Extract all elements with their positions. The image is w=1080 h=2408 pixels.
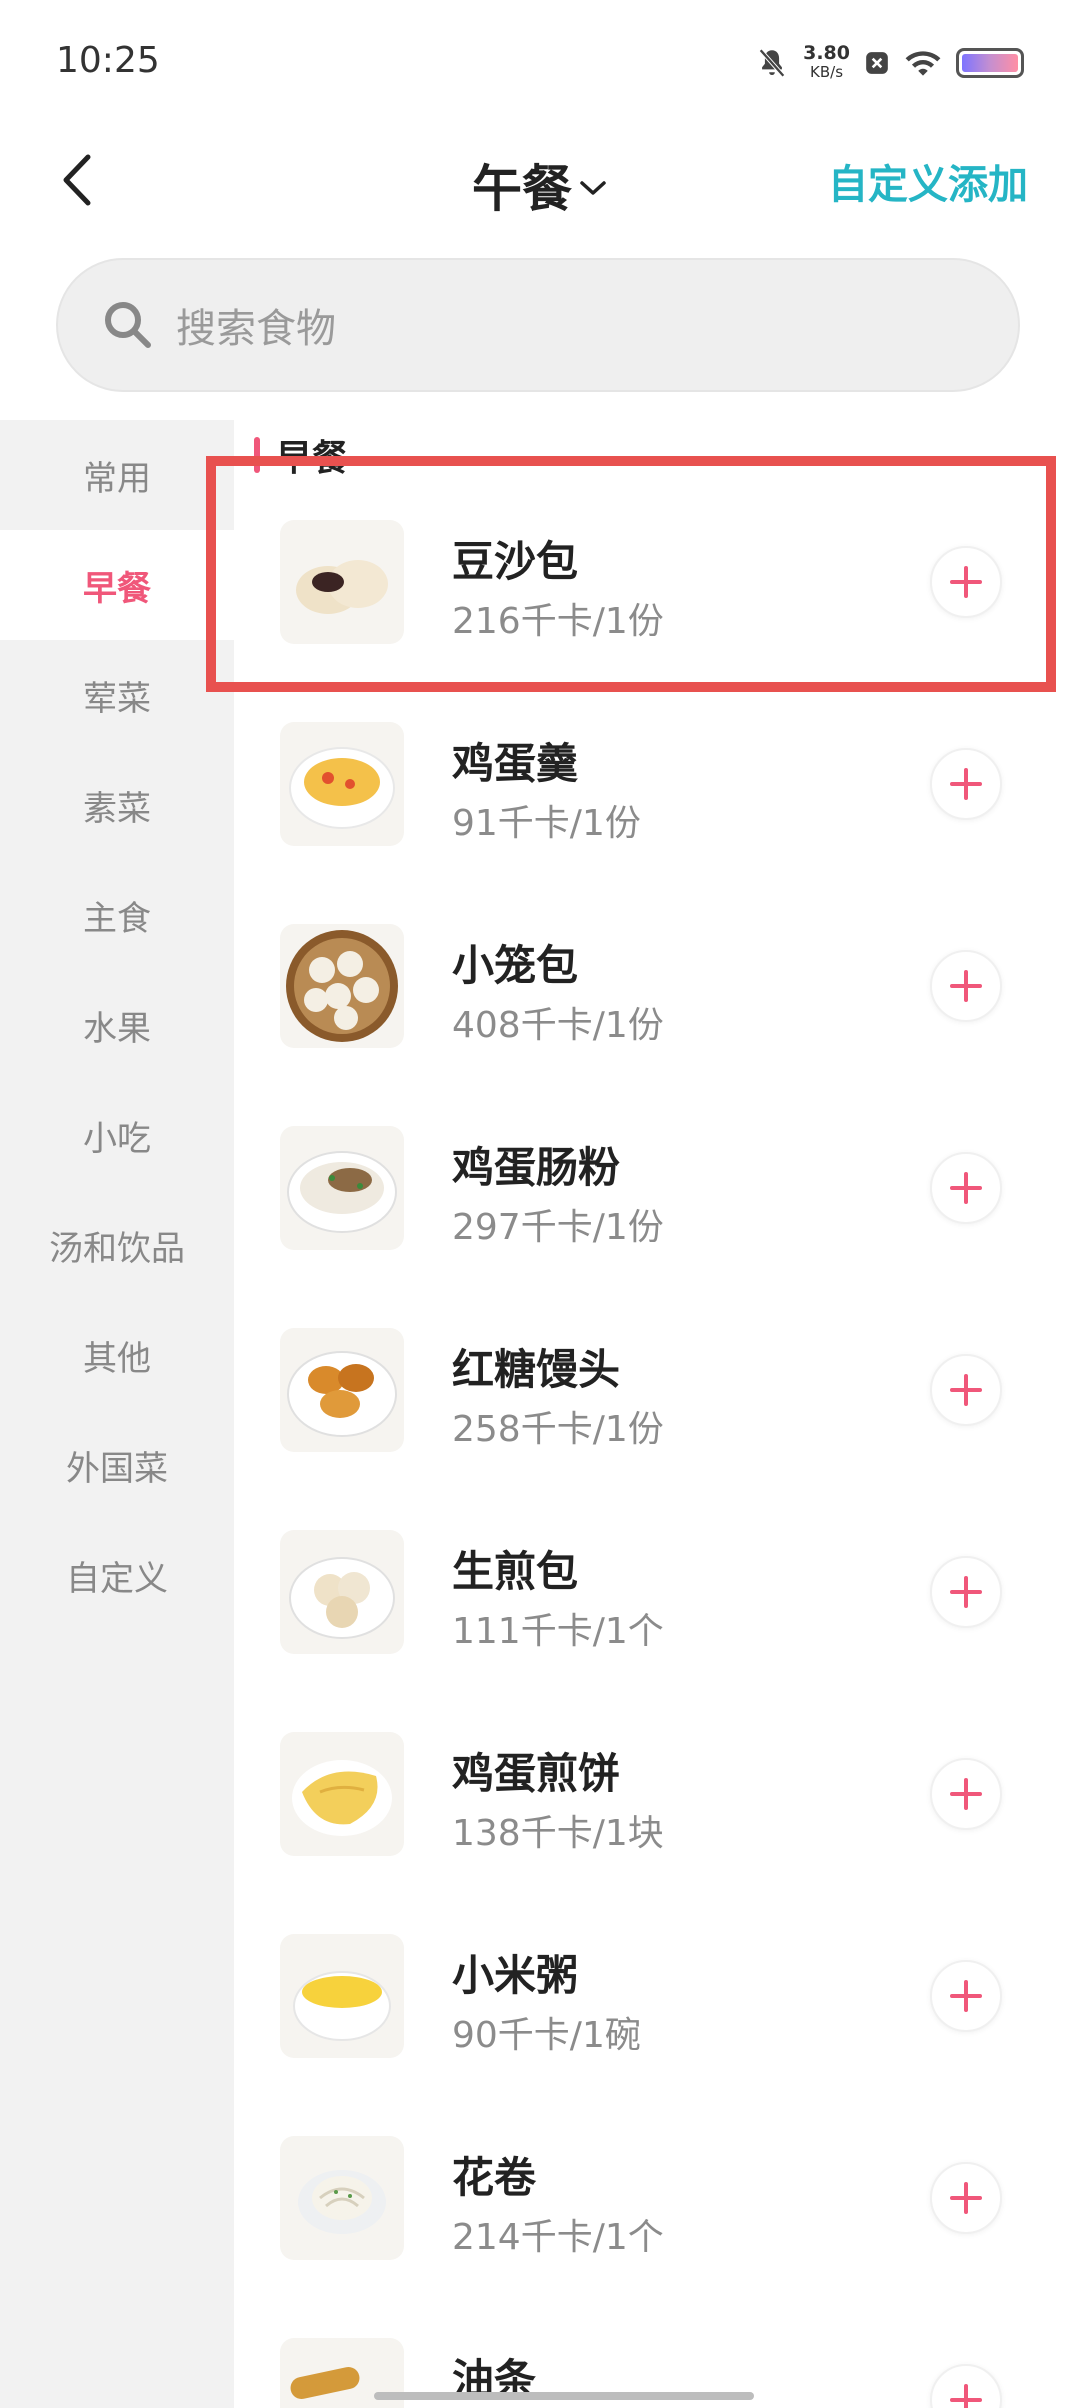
section-header: 早餐 [254, 430, 348, 480]
list-item[interactable]: 生煎包 111千卡/1个 [234, 1486, 1080, 1688]
food-list: 豆沙包 216千卡/1份 鸡蛋羹 91千卡/1份 小笼包 408千卡/1份 鸡蛋… [234, 476, 1080, 2408]
food-calories: 214千卡/1个 [452, 2217, 664, 2258]
sidebar-item-自定义[interactable]: 自定义 [0, 1520, 234, 1630]
net-speed-value: 3.80 [803, 42, 850, 64]
add-food-button[interactable] [930, 1556, 1002, 1628]
custom-add-button[interactable]: 自定义添加 [828, 152, 1028, 210]
sidebar-item-外国菜[interactable]: 外国菜 [0, 1410, 234, 1520]
sidebar-item-素菜[interactable]: 素菜 [0, 750, 234, 860]
plus-icon [950, 1980, 982, 2012]
sidebar-item-小吃[interactable]: 小吃 [0, 1080, 234, 1190]
section-title: 早餐 [276, 438, 349, 479]
network-speed: 3.80 KB/s [803, 44, 850, 82]
header: 午餐 自定义添加 [0, 125, 1080, 235]
battery-icon [956, 48, 1024, 78]
food-calories: 91千卡/1份 [452, 803, 641, 844]
sidebar-item-主食[interactable]: 主食 [0, 860, 234, 970]
plus-icon [950, 1576, 982, 1608]
food-list-panel: 早餐 豆沙包 216千卡/1份 鸡蛋羹 91千卡/1份 小笼包 408千卡/1份… [234, 420, 1080, 2408]
egg-custard-icon [280, 722, 404, 846]
egg-pancake-icon [280, 1732, 404, 1856]
steamed-bun-icon [280, 520, 404, 644]
list-item[interactable]: 鸡蛋肠粉 297千卡/1份 [234, 1082, 1080, 1284]
food-name: 生煎包 [452, 1547, 579, 1596]
food-calories: 258千卡/1份 [452, 1409, 664, 1450]
food-name: 鸡蛋肠粉 [452, 1143, 621, 1192]
xiaolongbao-icon [280, 924, 404, 1048]
plus-icon [950, 1778, 982, 1810]
sidebar-item-荤菜[interactable]: 荤菜 [0, 640, 234, 750]
brown-sugar-bun-icon [280, 1328, 404, 1452]
section-accent-bar [254, 437, 260, 473]
food-calories: 408千卡/1份 [452, 1005, 664, 1046]
plus-icon [950, 2182, 982, 2214]
list-item[interactable]: 小笼包 408千卡/1份 [234, 880, 1080, 1082]
food-calories: 138千卡/1块 [452, 1813, 664, 1854]
add-food-button[interactable] [930, 1960, 1002, 2032]
food-name: 小米粥 [452, 1951, 579, 2000]
add-food-button[interactable] [930, 950, 1002, 1022]
food-name: 小笼包 [452, 941, 579, 990]
food-calories: 216千卡/1份 [452, 601, 664, 642]
search-placeholder: 搜索食物 [176, 306, 336, 352]
list-item[interactable]: 小米粥 90千卡/1碗 [234, 1890, 1080, 2092]
sidebar-item-常用[interactable]: 常用 [0, 420, 234, 530]
wifi-icon [905, 51, 941, 76]
list-item[interactable]: 鸡蛋羹 91千卡/1份 [234, 678, 1080, 880]
plus-icon [950, 1172, 982, 1204]
search-bar[interactable]: 搜索食物 [56, 258, 1020, 392]
search-icon [105, 302, 151, 348]
list-item[interactable]: 花卷 214千卡/1个 [234, 2092, 1080, 2294]
sidebar-item-早餐[interactable]: 早餐 [0, 530, 234, 640]
status-icons: 3.80 KB/s [755, 38, 1024, 88]
add-food-button[interactable] [930, 546, 1002, 618]
food-name: 鸡蛋煎饼 [452, 1749, 621, 1798]
food-calories: 297千卡/1份 [452, 1207, 664, 1248]
add-food-button[interactable] [930, 1152, 1002, 1224]
pan-fried-bun-icon [280, 1530, 404, 1654]
category-sidebar: 常用 早餐 荤菜 素菜 主食 水果 小吃 汤和饮品 其他 外国菜 自定义 [0, 420, 234, 2408]
list-item[interactable]: 鸡蛋煎饼 138千卡/1块 [234, 1688, 1080, 1890]
sidebar-item-其他[interactable]: 其他 [0, 1300, 234, 1410]
food-calories: 111千卡/1个 [452, 1611, 664, 1652]
plus-icon [950, 1374, 982, 1406]
list-item[interactable]: 红糖馒头 258千卡/1份 [234, 1284, 1080, 1486]
sidebar-item-汤和饮品[interactable]: 汤和饮品 [0, 1190, 234, 1300]
food-calories: 90千卡/1碗 [452, 2015, 641, 2056]
net-speed-unit: KB/s [810, 63, 844, 81]
food-name: 花卷 [452, 2153, 537, 2202]
sidebar-item-水果[interactable]: 水果 [0, 970, 234, 1080]
x-badge-icon [866, 52, 888, 74]
food-name: 豆沙包 [452, 537, 579, 586]
status-bar: 10:25 3.80 KB/s [0, 0, 1080, 125]
add-food-button[interactable] [930, 748, 1002, 820]
add-food-button[interactable] [930, 1758, 1002, 1830]
add-food-button[interactable] [930, 2364, 1002, 2408]
food-name: 鸡蛋羹 [452, 739, 579, 788]
home-indicator[interactable] [374, 2392, 754, 2400]
add-food-button[interactable] [930, 1354, 1002, 1426]
millet-porridge-icon [280, 1934, 404, 2058]
page-title: 午餐 [472, 160, 572, 218]
chevron-down-icon [580, 181, 606, 195]
flower-roll-icon [280, 2136, 404, 2260]
add-food-button[interactable] [930, 2162, 1002, 2234]
plus-icon [950, 2384, 982, 2408]
plus-icon [950, 970, 982, 1002]
rice-roll-icon [280, 1126, 404, 1250]
silent-bell-icon [759, 48, 786, 78]
plus-icon [950, 566, 982, 598]
battery-level [962, 54, 1018, 72]
status-time: 10:25 [56, 40, 160, 81]
list-item[interactable]: 豆沙包 216千卡/1份 [234, 476, 1080, 678]
plus-icon [950, 768, 982, 800]
food-name: 红糖馒头 [452, 1345, 621, 1394]
list-item[interactable]: 油条 [234, 2294, 1080, 2408]
